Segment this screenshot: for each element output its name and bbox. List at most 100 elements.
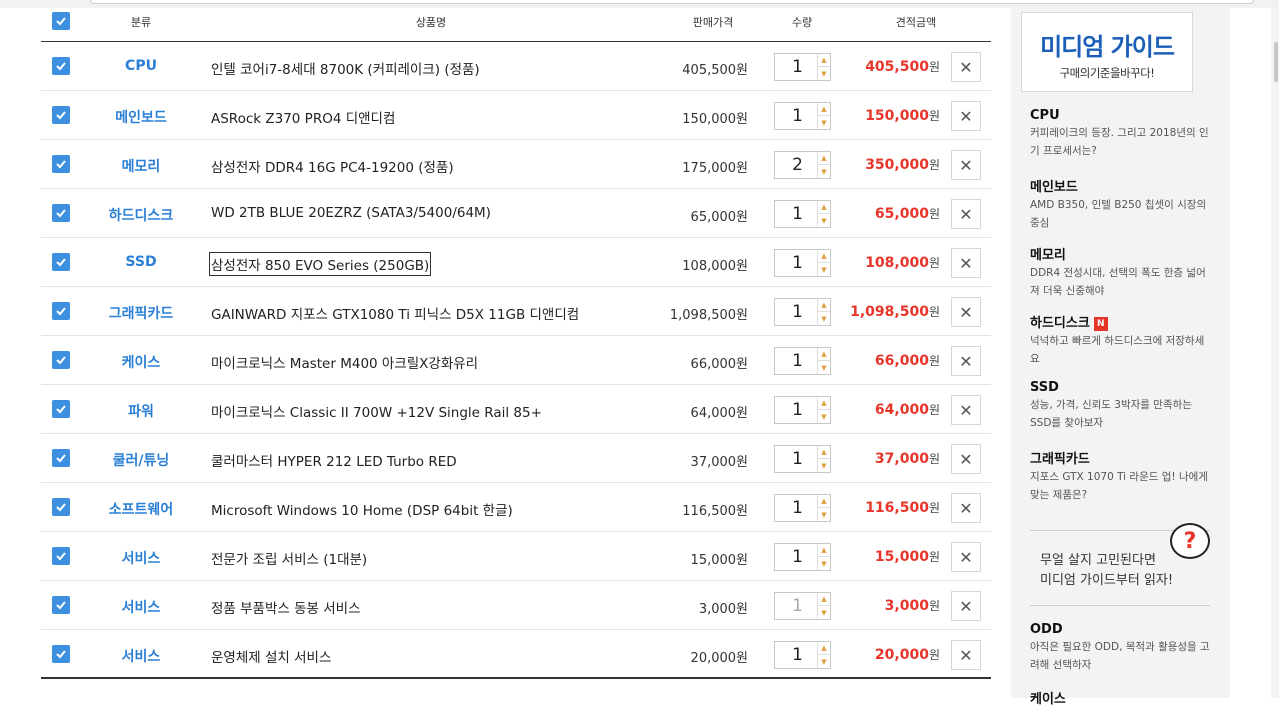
guide-item[interactable]: 그래픽카드 지포스 GTX 1070 Ti 라운드 업! 나에게 맞는 제품은? <box>1030 448 1210 504</box>
row-checkbox[interactable] <box>52 351 70 369</box>
chevron-down-icon[interactable]: ▼ <box>817 557 830 570</box>
chevron-up-icon[interactable]: ▲ <box>817 642 830 655</box>
chevron-down-icon[interactable]: ▼ <box>817 67 830 80</box>
row-category[interactable]: 그래픽카드 <box>81 303 201 323</box>
row-category[interactable]: 하드디스크 <box>81 205 201 225</box>
chevron-down-icon[interactable]: ▼ <box>817 410 830 423</box>
row-checkbox[interactable] <box>52 155 70 173</box>
quantity-input[interactable]: 1 <box>775 495 820 521</box>
chevron-up-icon[interactable]: ▲ <box>817 299 830 312</box>
delete-row-button[interactable]: ✕ <box>951 591 981 621</box>
row-checkbox[interactable] <box>52 302 70 320</box>
delete-row-button[interactable]: ✕ <box>951 640 981 670</box>
quantity-stepper[interactable]: 1 ▲ ▼ <box>774 396 831 424</box>
row-category[interactable]: CPU <box>81 58 201 74</box>
quantity-stepper[interactable]: 2 ▲ ▼ <box>774 151 831 179</box>
guide-item-odd[interactable]: ODD 아직은 필요한 ODD, 목적과 활용성을 고려해 선택하자 <box>1030 622 1210 674</box>
quantity-input[interactable]: 1 <box>775 397 820 423</box>
chevron-down-icon[interactable]: ▼ <box>817 508 830 521</box>
chevron-down-icon[interactable]: ▼ <box>817 655 830 668</box>
quantity-input[interactable]: 1 <box>775 446 820 472</box>
delete-row-button[interactable]: ✕ <box>951 493 981 523</box>
delete-row-button[interactable]: ✕ <box>951 542 981 572</box>
row-checkbox[interactable] <box>52 253 70 271</box>
row-product-name[interactable]: Microsoft Windows 10 Home (DSP 64bit 한글) <box>211 499 513 519</box>
guide-item[interactable]: 하드디스크 N 넉넉하고 빠르게 하드디스크에 저장하세요 <box>1030 312 1210 368</box>
delete-row-button[interactable]: ✕ <box>951 444 981 474</box>
row-checkbox[interactable] <box>52 498 70 516</box>
row-category[interactable]: 쿨러/튜닝 <box>81 450 201 470</box>
row-product-name[interactable]: 마이크로닉스 Classic II 700W +12V Single Rail … <box>211 401 542 421</box>
delete-row-button[interactable]: ✕ <box>951 346 981 376</box>
chevron-down-icon[interactable]: ▼ <box>817 116 830 129</box>
row-checkbox[interactable] <box>52 400 70 418</box>
quantity-stepper[interactable]: 1 ▲ ▼ <box>774 641 831 669</box>
row-checkbox[interactable] <box>52 645 70 663</box>
quantity-stepper[interactable]: 1 ▲ ▼ <box>774 200 831 228</box>
medium-guide-banner[interactable]: 미디엄 가이드 구매의기준을바꾸다! <box>1021 12 1193 92</box>
chevron-down-icon[interactable]: ▼ <box>817 263 830 276</box>
chevron-up-icon[interactable]: ▲ <box>817 201 830 214</box>
quantity-stepper[interactable]: 1 ▲ ▼ <box>774 102 831 130</box>
row-product-name[interactable]: 운영체제 설치 서비스 <box>211 646 331 666</box>
row-checkbox[interactable] <box>52 449 70 467</box>
chevron-down-icon[interactable]: ▼ <box>817 606 830 619</box>
quantity-input[interactable]: 1 <box>775 544 820 570</box>
guide-promo[interactable]: 무얼 살지 고민된다면 미디엄 가이드부터 읽자! ? <box>1030 523 1210 606</box>
quantity-input[interactable]: 2 <box>775 152 820 178</box>
row-product-name[interactable]: 정품 부품박스 동봉 서비스 <box>211 597 361 617</box>
chevron-up-icon[interactable]: ▲ <box>817 495 830 508</box>
chevron-down-icon[interactable]: ▼ <box>817 312 830 325</box>
row-category[interactable]: 메모리 <box>81 156 201 176</box>
row-product-name[interactable]: ASRock Z370 PRO4 디앤디컴 <box>211 107 395 127</box>
chevron-down-icon[interactable]: ▼ <box>817 361 830 374</box>
chevron-up-icon[interactable]: ▲ <box>817 103 830 116</box>
quantity-stepper[interactable]: 1 ▲ ▼ <box>774 53 831 81</box>
quantity-input[interactable]: 1 <box>775 593 820 619</box>
quantity-stepper[interactable]: 1 ▲ ▼ <box>774 494 831 522</box>
row-product-name[interactable]: 마이크로닉스 Master M400 아크릴X강화유리 <box>211 352 478 372</box>
quantity-input[interactable]: 1 <box>775 299 820 325</box>
row-product-name[interactable]: GAINWARD 지포스 GTX1080 Ti 피닉스 D5X 11GB 디앤디… <box>211 303 579 323</box>
delete-row-button[interactable]: ✕ <box>951 199 981 229</box>
quantity-input[interactable]: 1 <box>775 201 820 227</box>
delete-row-button[interactable]: ✕ <box>951 101 981 131</box>
quantity-stepper[interactable]: 1 ▲ ▼ <box>774 592 831 620</box>
row-product-name[interactable]: 쿨러마스터 HYPER 212 LED Turbo RED <box>211 450 457 470</box>
row-category[interactable]: 서비스 <box>81 548 201 568</box>
quantity-input[interactable]: 1 <box>775 250 820 276</box>
chevron-up-icon[interactable]: ▲ <box>817 250 830 263</box>
chevron-up-icon[interactable]: ▲ <box>817 446 830 459</box>
row-product-name[interactable]: 전문가 조립 서비스 (1대분) <box>211 548 367 568</box>
row-checkbox[interactable] <box>52 596 70 614</box>
quantity-input[interactable]: 1 <box>775 54 820 80</box>
guide-item[interactable]: 메모리 DDR4 전성시대, 선택의 폭도 한층 넓어져 더욱 신중해야 <box>1030 244 1210 300</box>
quantity-input[interactable]: 1 <box>775 103 820 129</box>
quantity-stepper[interactable]: 1 ▲ ▼ <box>774 347 831 375</box>
row-checkbox[interactable] <box>52 57 70 75</box>
row-category[interactable]: SSD <box>81 254 201 270</box>
row-checkbox[interactable] <box>52 106 70 124</box>
row-checkbox[interactable] <box>52 547 70 565</box>
delete-row-button[interactable]: ✕ <box>951 150 981 180</box>
delete-row-button[interactable]: ✕ <box>951 52 981 82</box>
guide-item[interactable]: 메인보드 AMD B350, 인텔 B250 칩셋이 시장의 중심 <box>1030 176 1210 232</box>
chevron-up-icon[interactable]: ▲ <box>817 397 830 410</box>
select-all-checkbox[interactable] <box>52 12 70 30</box>
quantity-stepper[interactable]: 1 ▲ ▼ <box>774 445 831 473</box>
quantity-stepper[interactable]: 1 ▲ ▼ <box>774 298 831 326</box>
chevron-up-icon[interactable]: ▲ <box>817 348 830 361</box>
scrollbar-thumb[interactable] <box>1274 42 1278 82</box>
row-category[interactable]: 메인보드 <box>81 107 201 127</box>
quantity-input[interactable]: 1 <box>775 348 820 374</box>
row-category[interactable]: 서비스 <box>81 597 201 617</box>
row-category[interactable]: 케이스 <box>81 352 201 372</box>
quantity-stepper[interactable]: 1 ▲ ▼ <box>774 249 831 277</box>
delete-row-button[interactable]: ✕ <box>951 395 981 425</box>
row-category[interactable]: 파워 <box>81 401 201 421</box>
chevron-down-icon[interactable]: ▼ <box>817 214 830 227</box>
row-category[interactable]: 소프트웨어 <box>81 499 201 519</box>
row-category[interactable]: 서비스 <box>81 646 201 666</box>
chevron-up-icon[interactable]: ▲ <box>817 544 830 557</box>
guide-item[interactable]: SSD 성능, 가격, 신뢰도 3박자를 만족하는 SSD를 찾아보자 <box>1030 380 1210 432</box>
